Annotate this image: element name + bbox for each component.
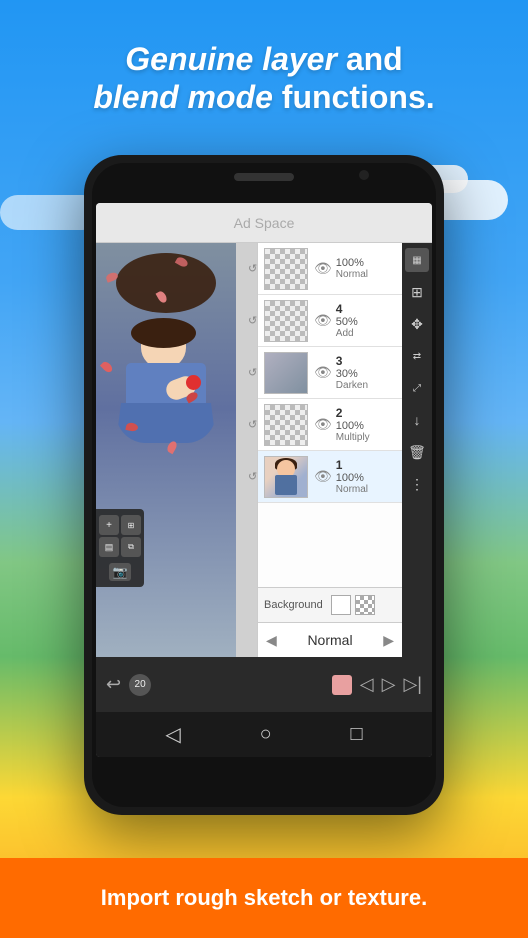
count-badge: 20 xyxy=(129,674,151,696)
phone-speaker xyxy=(234,173,294,181)
layer-scroll-arrow: ↺ xyxy=(248,314,257,327)
download-icon[interactable]: ↓ xyxy=(405,408,429,432)
layer-scroll-arrow: ↺ xyxy=(248,470,257,483)
layer-thumbnail xyxy=(264,456,308,498)
mini-body xyxy=(275,475,297,495)
add-tools-row: + ⊞ xyxy=(99,515,141,535)
flip-icon[interactable]: ⇄ xyxy=(405,344,429,368)
prev-arrow[interactable]: ◁ xyxy=(360,674,374,695)
color-swatch-pink[interactable] xyxy=(332,675,352,695)
phone-toolbar: ↩ 20 ◁ ▷ ▷| ◁ ○ □ xyxy=(96,657,432,757)
camera-button[interactable]: 📷 xyxy=(109,563,131,581)
ad-space-label: Ad Space xyxy=(234,215,295,231)
phone-inner: Ad Space xyxy=(92,163,436,807)
toolbar-upper: ↩ 20 ◁ ▷ ▷| xyxy=(96,657,432,712)
blend-mode-label: Normal xyxy=(281,632,379,648)
recent-button[interactable]: □ xyxy=(350,723,362,746)
transform-icon[interactable]: ⤢ xyxy=(405,376,429,400)
checkered-icon[interactable]: ▦ xyxy=(405,248,429,272)
layer-thumbnail xyxy=(264,404,308,446)
layer-scroll-arrow: ↺ xyxy=(248,418,257,431)
header-line1: Genuine layer and xyxy=(20,40,508,78)
layer-visibility-icon[interactable]: 👁 xyxy=(314,364,332,381)
layer-thumbnail xyxy=(264,300,308,342)
delete-icon[interactable]: 🗑 xyxy=(405,440,429,464)
layer-scroll-arrow: ↺ xyxy=(248,262,257,275)
more-icon[interactable]: ⋮ xyxy=(405,472,429,496)
blend-left-arrow[interactable]: ◀ xyxy=(266,632,277,649)
home-button[interactable]: ○ xyxy=(260,723,272,746)
layer-visibility-icon[interactable]: 👁 xyxy=(314,312,332,329)
phone-frame: Ad Space xyxy=(84,155,444,815)
blend-right-arrow[interactable]: ▶ xyxy=(383,632,394,649)
layer-visibility-icon[interactable]: 👁 xyxy=(314,416,332,433)
background-label: Background xyxy=(264,599,323,611)
layer-thumbnail xyxy=(264,352,308,394)
import-tools-row: ▤ ⧉ xyxy=(99,537,141,557)
back-button[interactable]: ◁ xyxy=(165,722,180,747)
add-layer-button[interactable]: + xyxy=(99,515,119,535)
layer-thumbnail xyxy=(264,248,308,290)
ad-space: Ad Space xyxy=(96,203,432,243)
toolbar-lower: ◁ ○ □ xyxy=(96,712,432,757)
right-tools-panel: ▦ ⊞ ✥ ⇄ ⤢ ↓ 🗑 ⋮ xyxy=(402,243,432,657)
move-icon[interactable]: ✥ xyxy=(405,312,429,336)
blend-mode-bar[interactable]: ◀ Normal ▶ xyxy=(258,622,402,657)
left-tools-panel: + ⊞ ▤ ⧉ 📷 xyxy=(96,509,144,587)
bottom-cta-text: Import rough sketch or texture. xyxy=(81,885,447,911)
canvas-area[interactable]: + ⊞ ▤ ⧉ 📷 ↺ 👁 xyxy=(96,243,432,657)
bg-swatch-white[interactable] xyxy=(331,595,351,615)
next-arrow[interactable]: ▷ xyxy=(382,674,396,695)
background-layer[interactable]: Background xyxy=(258,587,402,622)
undo-button[interactable]: ↩ xyxy=(106,674,121,695)
phone-screen: Ad Space xyxy=(96,203,432,757)
layer-mini-artwork xyxy=(265,457,307,497)
layer-visibility-icon[interactable]: 👁 xyxy=(314,468,332,485)
phone-camera xyxy=(359,170,369,180)
bg-swatch-checkered[interactable] xyxy=(355,595,375,615)
merge-button[interactable]: ⊞ xyxy=(121,515,141,535)
import-button[interactable]: ▤ xyxy=(99,537,119,557)
last-arrow[interactable]: ▷| xyxy=(403,674,422,695)
canvas-artwork xyxy=(96,243,236,657)
bottom-orange-bar: Import rough sketch or texture. xyxy=(0,858,528,938)
header-text-area: Genuine layer and blend mode functions. xyxy=(0,20,528,137)
layer-visibility-icon[interactable]: 👁 xyxy=(314,260,332,277)
layers-button[interactable]: ⧉ xyxy=(121,537,141,557)
header-line2: blend mode functions. xyxy=(20,78,508,116)
merge-down-icon[interactable]: ⊞ xyxy=(405,280,429,304)
layer-scroll-arrow: ↺ xyxy=(248,366,257,379)
